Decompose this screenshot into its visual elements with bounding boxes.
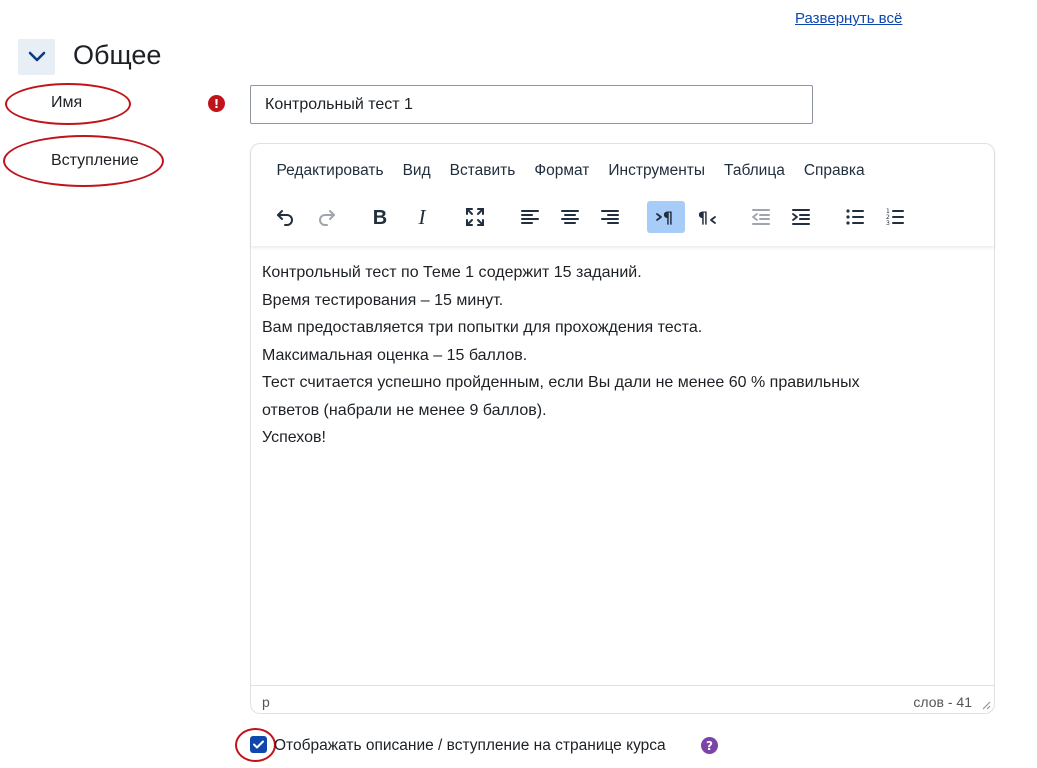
svg-text:B: B bbox=[373, 207, 387, 229]
content-line: Максимальная оценка – 15 баллов. bbox=[262, 346, 528, 364]
word-count[interactable]: слов - 41 bbox=[913, 694, 972, 710]
align-center-button[interactable] bbox=[553, 201, 587, 233]
content-line: Время тестирования – 15 минут. bbox=[262, 291, 504, 309]
editor-toolbar: B I ¶ ¶ 1 2 3 bbox=[251, 201, 994, 235]
numbered-list-icon: 123 bbox=[886, 208, 904, 227]
content-line: Тест считается успешно пройденным, если … bbox=[262, 374, 860, 391]
bullet-list-icon bbox=[846, 209, 864, 225]
resize-handle-icon[interactable] bbox=[981, 700, 991, 710]
ltr-button[interactable]: ¶ bbox=[647, 201, 685, 233]
svg-text:¶: ¶ bbox=[698, 208, 708, 227]
content-line: Контрольный тест по Теме 1 содержит 15 з… bbox=[262, 264, 642, 281]
outdent-icon bbox=[752, 209, 770, 225]
menu-tools[interactable]: Инструменты bbox=[599, 162, 715, 180]
align-left-icon bbox=[521, 210, 539, 224]
svg-text:I: I bbox=[418, 205, 427, 229]
bold-button[interactable]: B bbox=[363, 201, 397, 233]
show-description-checkbox[interactable] bbox=[250, 736, 267, 753]
fullscreen-button[interactable] bbox=[458, 201, 492, 233]
section-title: Общее bbox=[73, 40, 162, 70]
align-right-icon bbox=[601, 210, 619, 224]
help-icon[interactable]: ? bbox=[701, 737, 718, 754]
menu-help[interactable]: Справка bbox=[794, 162, 874, 180]
undo-icon bbox=[277, 210, 293, 226]
section-collapse-toggle[interactable] bbox=[18, 39, 55, 75]
content-line: Вам предоставляется три попытки для прох… bbox=[262, 319, 703, 336]
italic-icon: I bbox=[418, 205, 427, 229]
name-label: Имя bbox=[51, 94, 83, 111]
menu-table[interactable]: Таблица bbox=[715, 162, 795, 180]
bullet-list-button[interactable] bbox=[838, 201, 872, 233]
expand-all-link[interactable]: Развернуть всё bbox=[795, 10, 902, 27]
content-line: ответов (набрали не менее 9 баллов). bbox=[262, 401, 547, 419]
svg-text:¶: ¶ bbox=[663, 208, 673, 227]
svg-text:3: 3 bbox=[886, 220, 890, 227]
chevron-down-icon bbox=[28, 51, 45, 62]
bold-icon: B bbox=[373, 207, 387, 229]
intro-label: Вступление bbox=[51, 152, 139, 169]
numbered-list-button[interactable]: 123 bbox=[878, 201, 912, 233]
align-right-button[interactable] bbox=[593, 201, 627, 233]
redo-icon bbox=[319, 210, 335, 226]
align-left-button[interactable] bbox=[513, 201, 547, 233]
editor-header: Редактировать Вид Вставить Формат Инстру… bbox=[251, 144, 994, 246]
indent-icon bbox=[792, 209, 810, 225]
undo-button[interactable] bbox=[268, 201, 302, 233]
ltr-icon: ¶ bbox=[656, 208, 673, 227]
editor-menubar: Редактировать Вид Вставить Формат Инстру… bbox=[267, 162, 874, 180]
menu-insert[interactable]: Вставить bbox=[440, 162, 525, 180]
editor-statusbar: p слов - 41 bbox=[251, 685, 994, 714]
menu-view[interactable]: Вид bbox=[393, 162, 440, 180]
content-line: Успехов! bbox=[262, 429, 326, 446]
menu-edit[interactable]: Редактировать bbox=[267, 162, 393, 180]
editor-content[interactable]: Контрольный тест по Теме 1 содержит 15 з… bbox=[262, 259, 977, 452]
align-center-icon bbox=[561, 210, 579, 224]
italic-button[interactable]: I bbox=[405, 201, 439, 233]
name-input[interactable] bbox=[250, 85, 813, 124]
required-icon: ! bbox=[208, 95, 225, 112]
element-path[interactable]: p bbox=[262, 694, 270, 710]
redo-button[interactable] bbox=[310, 201, 344, 233]
menu-format[interactable]: Формат bbox=[525, 162, 599, 180]
show-description-label[interactable]: Отображать описание / вступление на стра… bbox=[274, 737, 666, 755]
rich-text-editor: Редактировать Вид Вставить Формат Инстру… bbox=[250, 143, 995, 714]
checkmark-icon bbox=[253, 740, 264, 749]
outdent-button[interactable] bbox=[744, 201, 778, 233]
rtl-button[interactable]: ¶ bbox=[689, 201, 723, 233]
rtl-icon: ¶ bbox=[698, 208, 716, 227]
indent-button[interactable] bbox=[784, 201, 818, 233]
fullscreen-icon bbox=[466, 208, 484, 226]
